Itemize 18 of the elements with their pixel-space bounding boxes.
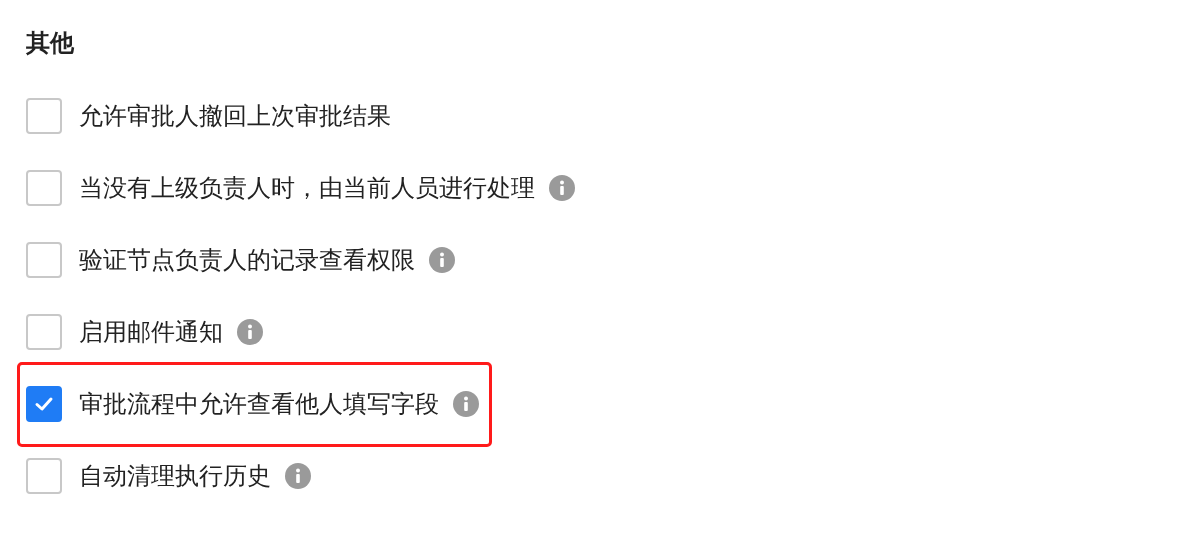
info-icon[interactable] bbox=[237, 319, 263, 345]
info-icon[interactable] bbox=[453, 391, 479, 417]
info-icon[interactable] bbox=[549, 175, 575, 201]
option-label: 验证节点负责人的记录查看权限 bbox=[79, 245, 415, 275]
checkbox[interactable] bbox=[26, 386, 62, 422]
checkbox[interactable] bbox=[26, 98, 62, 134]
checkbox[interactable] bbox=[26, 458, 62, 494]
option-label: 启用邮件通知 bbox=[79, 317, 223, 347]
checkbox[interactable] bbox=[26, 170, 62, 206]
option-label: 审批流程中允许查看他人填写字段 bbox=[79, 389, 439, 419]
section-title: 其他 bbox=[26, 28, 74, 58]
option-label: 当没有上级负责人时，由当前人员进行处理 bbox=[79, 173, 535, 203]
option-label: 自动清理执行历史 bbox=[79, 461, 271, 491]
checkbox[interactable] bbox=[26, 242, 62, 278]
option-label: 允许审批人撤回上次审批结果 bbox=[79, 101, 391, 131]
checkbox[interactable] bbox=[26, 314, 62, 350]
info-icon[interactable] bbox=[285, 463, 311, 489]
info-icon[interactable] bbox=[429, 247, 455, 273]
